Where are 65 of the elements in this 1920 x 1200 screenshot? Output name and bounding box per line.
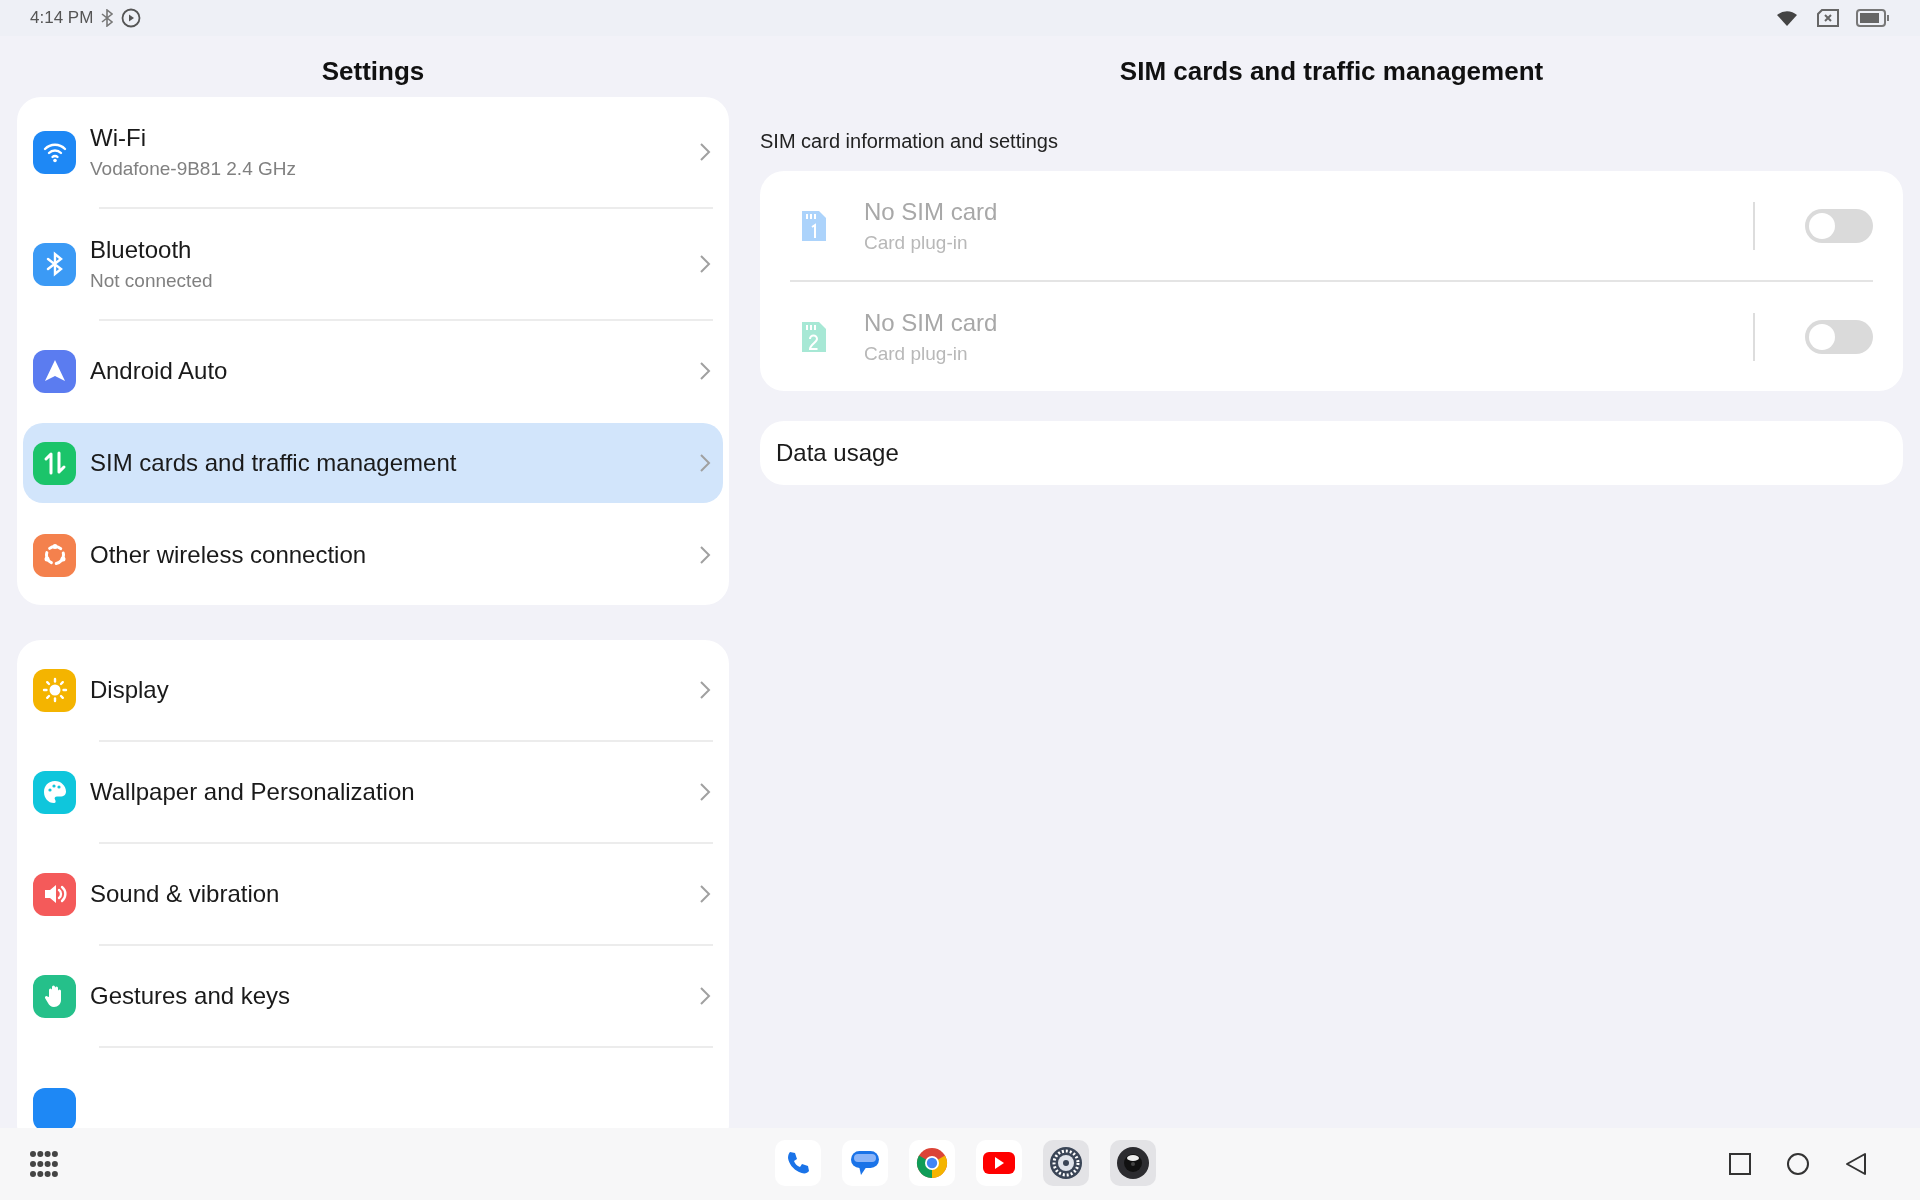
back-button-icon[interactable]: [1844, 1152, 1868, 1176]
section-heading: SIM card information and settings: [760, 129, 1059, 154]
item-label: SIM cards and traffic management: [90, 449, 458, 477]
chevron-icon: [699, 986, 711, 1006]
settings-item[interactable]: Other wireless connection: [23, 505, 723, 605]
chevron-icon: [699, 884, 711, 904]
navigation-arrow-icon: [33, 349, 76, 393]
item-label: Display: [90, 676, 170, 704]
phone-app-icon[interactable]: [775, 1140, 821, 1186]
settings-item[interactable]: Wi-Fi Vodafone-9B81 2.4 GHz: [23, 97, 723, 207]
app-icon: [33, 1088, 76, 1128]
chevron-icon: [699, 453, 711, 473]
wifi-icon: [33, 130, 76, 174]
sim-subtitle: Card plug-in: [864, 342, 969, 365]
speaker-icon: [33, 872, 76, 916]
chevron-icon: [699, 782, 711, 802]
panel-title: Settings: [320, 55, 426, 87]
chevron-icon: [699, 254, 711, 274]
battery-icon: [1856, 9, 1890, 27]
connection-ring-icon: [33, 533, 76, 577]
video-app-icon[interactable]: [976, 1140, 1022, 1186]
sim-card-icon: [800, 208, 828, 243]
settings-item[interactable]: Bluetooth Not connected: [23, 209, 723, 319]
camera-app-icon[interactable]: [1110, 1140, 1156, 1186]
palette-icon: [33, 770, 76, 814]
recents-button-icon[interactable]: [1728, 1152, 1752, 1176]
settings-item[interactable]: Sound & vibration: [23, 844, 723, 944]
chevron-icon: [699, 680, 711, 700]
no-sim-icon: [1816, 8, 1840, 28]
item-subtitle: Vodafone-9B81 2.4 GHz: [90, 158, 297, 180]
item-label: Wi-Fi: [90, 124, 147, 152]
sim-name: No SIM card: [864, 308, 999, 337]
item-label: Wallpaper and Personalization: [90, 778, 416, 806]
data-usage-item[interactable]: Data usage: [760, 421, 1903, 485]
settings-item[interactable]: Android Auto: [23, 321, 723, 421]
sim-subtitle: Card plug-in: [864, 231, 969, 254]
item-label: Gestures and keys: [90, 982, 292, 1010]
home-button-icon[interactable]: [1786, 1152, 1810, 1176]
settings-item[interactable]: SIM cards and traffic management: [23, 423, 723, 503]
gear-app-icon[interactable]: [1043, 1140, 1089, 1186]
item-label: Bluetooth: [90, 236, 193, 264]
bluetooth-icon: [101, 9, 114, 27]
bluetooth-icon: [33, 242, 76, 286]
sun-icon: [33, 668, 76, 712]
transfer-arrows-icon: [33, 441, 76, 485]
chevron-icon: [699, 142, 711, 162]
message-app-icon[interactable]: [842, 1140, 888, 1186]
item-label: Other wireless connection: [90, 541, 368, 569]
status-time: 4:14 PM: [30, 8, 94, 28]
browser-app-icon[interactable]: [909, 1140, 955, 1186]
settings-item[interactable]: Display: [23, 640, 723, 740]
wifi-signal-icon: [1776, 9, 1800, 27]
item-label: Sound & vibration: [90, 880, 281, 908]
hand-icon: [33, 974, 76, 1018]
play-circle-icon: [121, 8, 142, 28]
chevron-icon: [699, 545, 711, 565]
sim-name: No SIM card: [864, 197, 999, 226]
settings-item[interactable]: Gestures and keys: [23, 946, 723, 1046]
settings-item[interactable]: Wallpaper and Personalization: [23, 742, 723, 842]
page-title: SIM cards and traffic management: [1118, 55, 1545, 88]
sim-card-icon: [800, 319, 828, 354]
chevron-icon: [699, 361, 711, 381]
app-grid-icon[interactable]: [30, 1150, 58, 1178]
item-subtitle: Not connected: [90, 270, 214, 292]
item-label: Android Auto: [90, 357, 229, 385]
